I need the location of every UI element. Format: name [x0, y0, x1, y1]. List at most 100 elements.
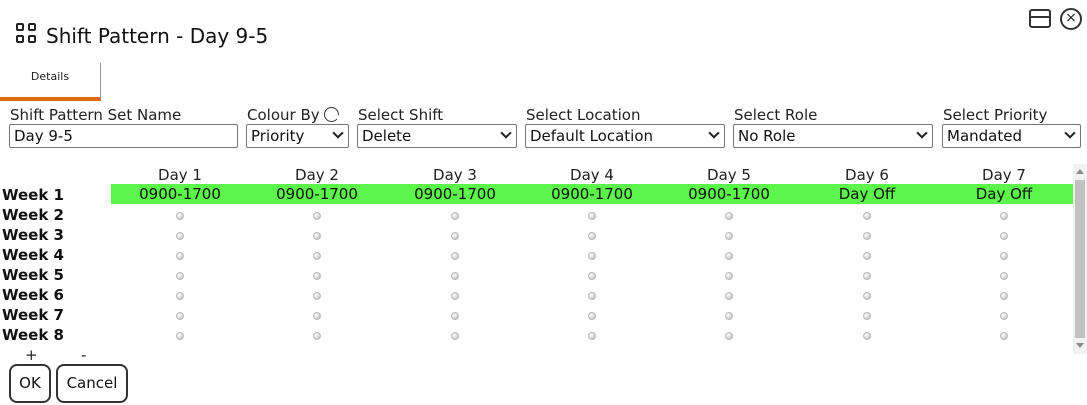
set-name-label: Shift Pattern Set Name — [10, 106, 182, 124]
empty-cell-dot[interactable] — [588, 292, 596, 300]
apps-grid-icon — [16, 23, 38, 45]
empty-cell-dot[interactable] — [1000, 212, 1008, 220]
empty-cell-dot[interactable] — [451, 272, 459, 280]
chevron-down-icon — [1064, 127, 1076, 139]
empty-cell-dot[interactable] — [863, 292, 871, 300]
day-header: Day 7 — [982, 166, 1026, 184]
ok-button[interactable]: OK — [9, 364, 51, 403]
empty-cell-dot[interactable] — [313, 332, 321, 340]
empty-cell-dot[interactable] — [451, 292, 459, 300]
week-label: Week 8 — [2, 326, 64, 344]
day-header: Day 1 — [158, 166, 202, 184]
week-label: Week 6 — [2, 286, 64, 304]
empty-cell-dot[interactable] — [588, 332, 596, 340]
empty-cell-dot[interactable] — [863, 212, 871, 220]
week-label: Week 7 — [2, 306, 64, 324]
empty-cell-dot[interactable] — [863, 272, 871, 280]
week-label: Week 5 — [2, 266, 64, 284]
empty-cell-dot[interactable] — [176, 232, 184, 240]
maximize-icon[interactable] — [1029, 8, 1051, 30]
select-role-label: Select Role — [734, 106, 818, 124]
select-shift-label: Select Shift — [358, 106, 444, 124]
empty-cell-dot[interactable] — [1000, 272, 1008, 280]
empty-cell-dot[interactable] — [1000, 292, 1008, 300]
empty-cell-dot[interactable] — [313, 312, 321, 320]
palette-icon — [323, 107, 339, 122]
empty-cell-dot[interactable] — [313, 232, 321, 240]
page-title: Shift Pattern - Day 9-5 — [46, 24, 269, 48]
empty-cell-dot[interactable] — [451, 332, 459, 340]
empty-cell-dot[interactable] — [725, 252, 733, 260]
scroll-down-arrow-icon[interactable] — [1076, 343, 1084, 348]
empty-cell-dot[interactable] — [725, 312, 733, 320]
cancel-button[interactable]: Cancel — [56, 364, 128, 403]
empty-cell-dot[interactable] — [1000, 332, 1008, 340]
remove-week-button[interactable]: - — [81, 346, 86, 364]
empty-cell-dot[interactable] — [176, 332, 184, 340]
empty-cell-dot[interactable] — [725, 272, 733, 280]
shift-cell[interactable]: Day Off — [798, 185, 936, 203]
shift-cell[interactable]: 0900-1700 — [111, 185, 249, 203]
shift-cell[interactable]: 0900-1700 — [660, 185, 798, 203]
empty-cell-dot[interactable] — [863, 252, 871, 260]
chevron-down-icon — [916, 127, 928, 139]
chevron-down-icon — [332, 127, 344, 139]
empty-cell-dot[interactable] — [313, 252, 321, 260]
empty-cell-dot[interactable] — [1000, 252, 1008, 260]
day-header: Day 3 — [433, 166, 477, 184]
select-shift-dropdown[interactable]: Delete — [357, 124, 517, 148]
empty-cell-dot[interactable] — [588, 212, 596, 220]
select-role-dropdown[interactable]: No Role — [733, 124, 933, 148]
close-icon[interactable]: × — [1060, 8, 1082, 30]
empty-cell-dot[interactable] — [863, 332, 871, 340]
empty-cell-dot[interactable] — [725, 232, 733, 240]
empty-cell-dot[interactable] — [451, 212, 459, 220]
empty-cell-dot[interactable] — [863, 232, 871, 240]
add-week-button[interactable]: + — [25, 346, 38, 364]
shift-cell[interactable]: 0900-1700 — [523, 185, 661, 203]
empty-cell-dot[interactable] — [863, 312, 871, 320]
colour-by-select[interactable]: Priority — [246, 124, 349, 148]
day-header: Day 2 — [295, 166, 339, 184]
set-name-input[interactable]: Day 9-5 — [9, 124, 238, 148]
empty-cell-dot[interactable] — [451, 252, 459, 260]
empty-cell-dot[interactable] — [588, 312, 596, 320]
scroll-up-arrow-icon[interactable] — [1076, 169, 1084, 174]
tab-details-label: Details — [30, 70, 70, 83]
empty-cell-dot[interactable] — [176, 312, 184, 320]
empty-cell-dot[interactable] — [725, 332, 733, 340]
empty-cell-dot[interactable] — [725, 212, 733, 220]
empty-cell-dot[interactable] — [588, 252, 596, 260]
shift-cell[interactable]: Day Off — [935, 185, 1073, 203]
empty-cell-dot[interactable] — [176, 272, 184, 280]
empty-cell-dot[interactable] — [588, 232, 596, 240]
empty-cell-dot[interactable] — [1000, 232, 1008, 240]
day-header: Day 6 — [845, 166, 889, 184]
empty-cell-dot[interactable] — [313, 292, 321, 300]
select-location-dropdown[interactable]: Default Location — [525, 124, 725, 148]
shift-cell[interactable]: 0900-1700 — [248, 185, 386, 203]
empty-cell-dot[interactable] — [1000, 312, 1008, 320]
empty-cell-dot[interactable] — [588, 272, 596, 280]
select-priority-label: Select Priority — [943, 106, 1048, 124]
week-label: Week 2 — [2, 206, 64, 224]
empty-cell-dot[interactable] — [451, 312, 459, 320]
week-label: Week 1 — [2, 186, 64, 204]
empty-cell-dot[interactable] — [451, 232, 459, 240]
shift-cell[interactable]: 0900-1700 — [386, 185, 524, 203]
scrollbar-thumb[interactable] — [1075, 180, 1085, 338]
chevron-down-icon — [708, 127, 720, 139]
empty-cell-dot[interactable] — [176, 252, 184, 260]
empty-cell-dot[interactable] — [313, 272, 321, 280]
empty-cell-dot[interactable] — [725, 292, 733, 300]
day-header: Day 4 — [570, 166, 614, 184]
select-location-label: Select Location — [526, 106, 641, 124]
empty-cell-dot[interactable] — [176, 292, 184, 300]
day-header: Day 5 — [707, 166, 751, 184]
empty-cell-dot[interactable] — [313, 212, 321, 220]
tab-details[interactable]: Details — [0, 63, 101, 101]
chevron-down-icon — [500, 127, 512, 139]
empty-cell-dot[interactable] — [176, 212, 184, 220]
select-priority-dropdown[interactable]: Mandated — [942, 124, 1081, 148]
week-label: Week 4 — [2, 246, 64, 264]
